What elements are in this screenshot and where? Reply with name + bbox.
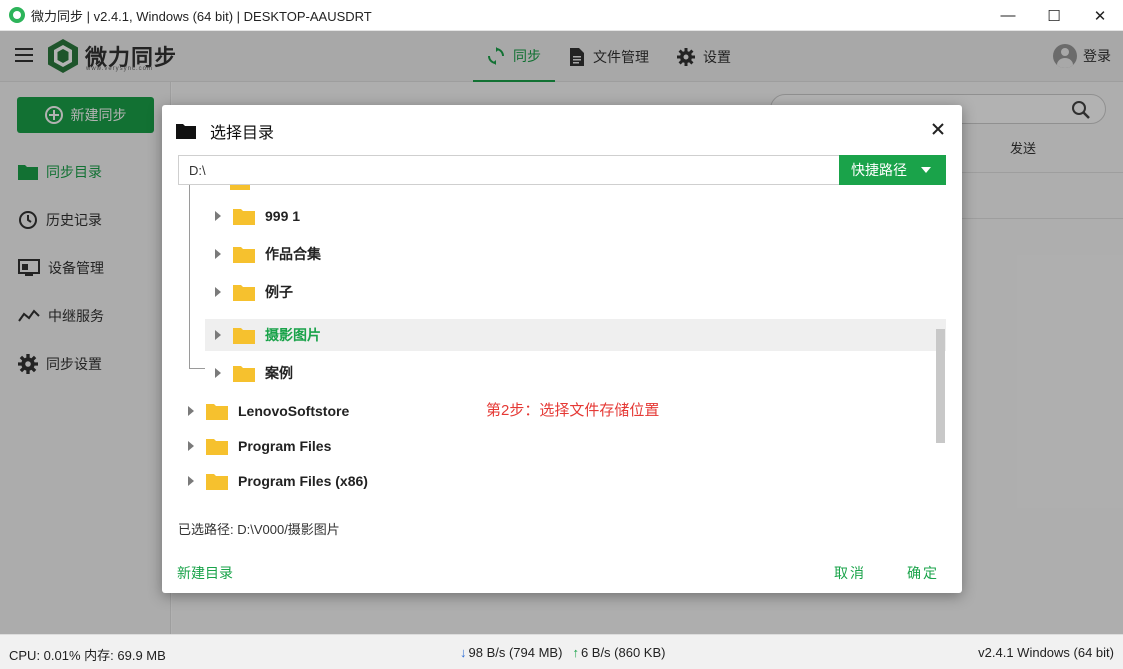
quick-path-dropdown[interactable]: 快捷路径 [839, 155, 946, 185]
new-folder-button[interactable]: 新建目录 [177, 563, 233, 583]
expand-arrow-icon[interactable] [215, 330, 221, 340]
folder-icon [233, 365, 255, 382]
folder-icon [233, 208, 255, 225]
tree-item[interactable]: 例子 [215, 276, 293, 308]
expand-arrow-icon[interactable] [215, 287, 221, 297]
tree-item[interactable]: 案例 [215, 357, 293, 389]
folder-icon [176, 124, 196, 139]
minimize-button[interactable]: — [985, 0, 1031, 31]
folder-icon [233, 327, 255, 344]
ok-button[interactable]: 确定 [907, 563, 939, 583]
expand-arrow-icon[interactable] [215, 211, 221, 221]
close-window-button[interactable]: ✕ [1077, 0, 1123, 31]
folder-icon [206, 473, 228, 490]
tree-item[interactable]: 999 1 [215, 200, 300, 232]
tree-connector [189, 368, 205, 369]
upload-arrow-icon: ↑ [572, 645, 579, 660]
path-input[interactable] [178, 155, 840, 185]
download-rate: 98 B/s (794 MB) [468, 645, 563, 660]
tree-item[interactable]: 作品合集 [215, 238, 321, 270]
expand-arrow-icon[interactable] [188, 441, 194, 451]
tree-item[interactable]: LenovoSoftstore [188, 395, 349, 427]
folder-icon [233, 284, 255, 301]
title-bar: 微力同步 | v2.4.1, Windows (64 bit) | DESKTO… [0, 0, 1123, 31]
caret-down-icon [921, 167, 931, 173]
upload-rate: 6 B/s (860 KB) [580, 645, 666, 660]
folder-icon [233, 246, 255, 263]
tree-item[interactable]: Program Files (x86) [188, 465, 368, 497]
expand-arrow-icon[interactable] [188, 476, 194, 486]
tree-item-selected[interactable]: 摄影图片 [205, 319, 946, 351]
expand-arrow-icon[interactable] [215, 368, 221, 378]
directory-tree: 999 1 作品合集 例子 摄影图片 案例 LenovoSoftstore Pr… [178, 185, 946, 505]
folder-icon [206, 403, 228, 420]
window-title: 微力同步 | v2.4.1, Windows (64 bit) | DESKTO… [31, 8, 372, 24]
tree-scrollbar[interactable] [936, 329, 945, 443]
cpu-memory-status: CPU: 0.01% 内存: 69.9 MB [9, 648, 166, 663]
selected-path: 已选路径: D:\V000/摄影图片 [178, 522, 340, 537]
tree-item[interactable]: Program Files [188, 430, 331, 462]
download-arrow-icon: ↓ [460, 645, 467, 660]
folder-icon [206, 438, 228, 455]
app-icon [9, 7, 25, 23]
version-info: v2.4.1 Windows (64 bit) [978, 645, 1114, 660]
close-icon[interactable] [930, 121, 946, 137]
step-annotation: 第2步：选择文件存储位置 [486, 402, 660, 419]
status-bar: CPU: 0.01% 内存: 69.9 MB ↓ 98 B/s (794 MB)… [0, 634, 1123, 669]
expand-arrow-icon[interactable] [188, 406, 194, 416]
tree-connector [189, 185, 190, 368]
dialog-title: 选择目录 [210, 125, 275, 142]
expand-arrow-icon[interactable] [215, 249, 221, 259]
select-directory-dialog: 选择目录 快捷路径 999 1 作品合集 例子 [162, 105, 962, 593]
maximize-button[interactable]: ☐ [1031, 0, 1077, 31]
folder-icon [230, 185, 250, 190]
cancel-button[interactable]: 取消 [834, 563, 866, 583]
